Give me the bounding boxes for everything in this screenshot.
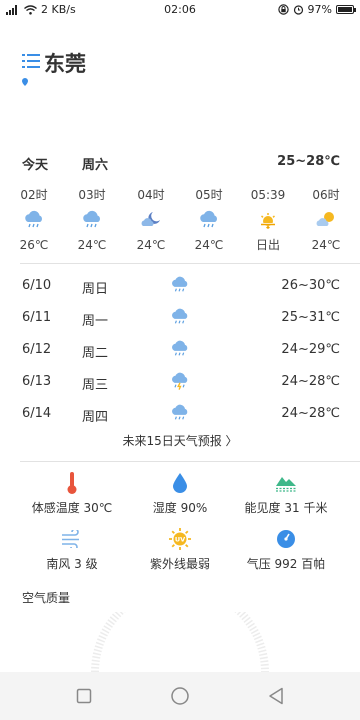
air-quality-gauge <box>91 612 269 672</box>
detail-visibility: 能见度 31 千米 <box>226 470 346 516</box>
day-date: 6/12 <box>22 342 52 357</box>
wind-icon <box>62 530 79 548</box>
hour-time: 05时 <box>195 188 223 202</box>
hour-value: 24℃ <box>136 238 166 252</box>
hourly-item: 05时 24℃ <box>189 186 229 254</box>
location-pin-icon <box>22 78 28 86</box>
humidity-drop-icon <box>173 473 187 493</box>
status-right: 97% <box>277 3 356 16</box>
rain-cloud-icon <box>172 276 188 292</box>
detail-label: 气压 992 百帕 <box>246 557 326 571</box>
day-weekday: 周三 <box>82 378 109 393</box>
day-date: 6/13 <box>22 374 52 389</box>
thermometer-icon <box>67 472 77 494</box>
hour-value: 24℃ <box>194 238 224 252</box>
today-summary: 今天 周六 25~28℃ <box>22 154 340 174</box>
home-button[interactable] <box>168 684 192 708</box>
hour-time: 02时 <box>20 188 48 202</box>
uv-sun-icon: UV <box>169 528 191 550</box>
day-range: 24~28℃ <box>281 406 340 421</box>
detail-humidity: 湿度 90% <box>120 470 240 516</box>
detail-label: 南风 3 级 <box>46 557 98 571</box>
day-weekday: 周二 <box>82 346 109 361</box>
day-range: 25~31℃ <box>281 310 340 325</box>
detail-label: 紫外线最弱 <box>149 557 210 571</box>
hour-value: 24℃ <box>311 238 341 252</box>
thunder-rain-icon <box>172 372 188 390</box>
day-date: 6/11 <box>22 310 52 325</box>
day-range: 24~28℃ <box>281 374 340 389</box>
daily-row[interactable]: 6/14 周四 24~28℃ <box>22 402 340 426</box>
uv-badge-text: UV <box>175 536 185 544</box>
hourly-item: 04时 24℃ <box>131 186 171 254</box>
hour-value: 24℃ <box>77 238 107 252</box>
divider <box>20 263 360 264</box>
triangle-back-icon <box>269 687 283 705</box>
daily-row[interactable]: 6/13 周三 24~28℃ <box>22 370 340 394</box>
detail-label: 体感温度 30℃ <box>31 501 113 515</box>
detail-label: 湿度 90% <box>152 501 208 515</box>
hour-time: 03时 <box>78 188 106 202</box>
divider <box>20 461 360 462</box>
battery-icon <box>336 5 356 14</box>
sunrise-icon <box>260 213 276 229</box>
15-day-forecast-link[interactable]: 未来15日天气预报 〉 <box>0 432 360 449</box>
alarm-clock-icon <box>293 5 303 15</box>
hourly-item: 03时 24℃ <box>72 186 112 254</box>
rain-cloud-icon <box>172 308 188 324</box>
today-weekday: 周六 <box>82 158 109 173</box>
system-nav-bar <box>0 672 360 720</box>
lock-rotation-icon <box>277 4 289 15</box>
today-range: 25~28℃ <box>277 154 340 169</box>
hourly-item: 06时 24℃ <box>306 186 346 254</box>
hour-value: 日出 <box>255 238 280 252</box>
air-quality-title: 空气质量 <box>22 591 71 605</box>
recents-button[interactable] <box>72 684 96 708</box>
city-name[interactable]: 东莞 <box>44 48 86 78</box>
day-range: 26~30℃ <box>281 278 340 293</box>
hour-time: 04时 <box>137 188 165 202</box>
square-icon <box>76 688 92 704</box>
hour-time: 05:39 <box>250 188 286 202</box>
visibility-mountain-icon <box>276 477 296 492</box>
day-range: 24~29℃ <box>281 342 340 357</box>
day-weekday: 周四 <box>82 410 109 425</box>
day-date: 6/14 <box>22 406 52 421</box>
rain-cloud-icon <box>200 210 217 228</box>
rain-cloud-icon <box>172 340 188 356</box>
detail-uv: UV 紫外线最弱 <box>120 526 240 572</box>
rain-cloud-icon <box>83 210 100 228</box>
hourly-item: 05:39 日出 <box>248 186 288 254</box>
daily-row[interactable]: 6/11 周一 25~31℃ <box>22 306 340 330</box>
daily-row[interactable]: 6/10 周日 26~30℃ <box>22 274 340 298</box>
menu-list-icon[interactable] <box>22 52 40 70</box>
detail-pressure: 气压 992 百帕 <box>226 526 346 572</box>
hour-value: 26℃ <box>19 238 49 252</box>
day-weekday: 周日 <box>82 282 109 297</box>
daily-row[interactable]: 6/12 周二 24~29℃ <box>22 338 340 362</box>
detail-wind: 南风 3 级 <box>12 526 132 572</box>
hour-time: 06时 <box>312 188 340 202</box>
detail-label: 能见度 31 千米 <box>244 501 328 515</box>
today-label: 今天 <box>22 158 49 173</box>
rain-cloud-icon <box>172 404 188 420</box>
detail-feels-like: 体感温度 30℃ <box>12 470 132 516</box>
day-weekday: 周一 <box>82 314 109 329</box>
battery-percent: 97% <box>307 3 332 16</box>
moon-cloud-icon <box>141 212 160 226</box>
rain-cloud-icon <box>25 210 42 228</box>
day-date: 6/10 <box>22 278 52 293</box>
back-button[interactable] <box>264 684 288 708</box>
pressure-gauge-icon <box>277 530 295 548</box>
hourly-item: 02时 26℃ <box>14 186 54 254</box>
status-bar: 2 KB/s 02:06 97% <box>0 0 360 20</box>
sun-cloud-icon <box>316 212 334 226</box>
circle-icon <box>171 687 189 705</box>
